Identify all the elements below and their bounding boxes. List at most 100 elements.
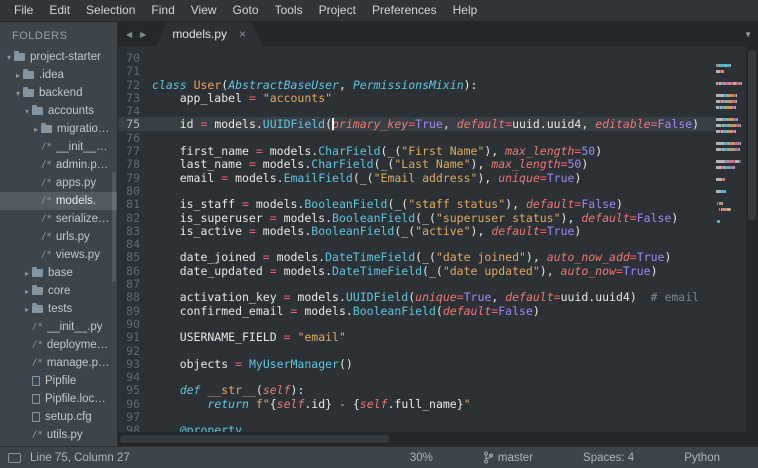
menu-preferences[interactable]: Preferences bbox=[364, 0, 445, 21]
expand-arrow-icon[interactable]: ▸ bbox=[31, 125, 41, 134]
tree-item[interactable]: /* utils.py bbox=[0, 426, 117, 444]
expand-arrow-icon[interactable]: ▸ bbox=[22, 305, 32, 314]
menu-find[interactable]: Find bbox=[143, 0, 182, 21]
minimap-line bbox=[716, 52, 742, 55]
tree-item[interactable]: /* urls.py bbox=[0, 228, 117, 246]
tree-item[interactable]: Pipfile bbox=[0, 372, 117, 390]
tab-forward-icon[interactable]: ▶ bbox=[140, 30, 146, 39]
minimap-line bbox=[716, 219, 742, 223]
code-line[interactable]: 90 bbox=[118, 317, 716, 331]
tree-item[interactable]: /* models. bbox=[0, 192, 117, 210]
code-line[interactable]: 93 objects = MyUserManager() bbox=[118, 357, 716, 371]
code-area[interactable]: 70 71 72 class User(AbstractBaseUser, Permi… bbox=[118, 46, 716, 432]
code-line[interactable]: 83 is_active = models.BooleanField(_("ac… bbox=[118, 223, 716, 238]
menu-edit[interactable]: Edit bbox=[41, 0, 78, 21]
python-file-icon: /* bbox=[41, 178, 52, 188]
code-line[interactable]: 92 bbox=[118, 344, 716, 358]
tree-item[interactable]: ▸ tests bbox=[0, 300, 117, 318]
code-line[interactable]: 88 activation_key = models.UUIDField(uni… bbox=[118, 290, 716, 304]
code-line[interactable]: 87 bbox=[118, 277, 716, 291]
code-line[interactable]: 98 @property bbox=[118, 423, 716, 432]
tree-item[interactable]: /* __init__.py bbox=[0, 318, 117, 336]
tree-item[interactable]: ▸ core bbox=[0, 282, 117, 300]
code-text: @property bbox=[179, 423, 243, 432]
code-line[interactable]: 89 confirmed_email = models.BooleanField… bbox=[118, 303, 716, 318]
tree-item[interactable]: ▾ accounts bbox=[0, 102, 117, 120]
tab-label: models.py bbox=[172, 27, 228, 41]
code-line[interactable]: 74 bbox=[118, 104, 716, 118]
tree-item[interactable]: setup.cfg bbox=[0, 408, 117, 426]
code-line[interactable]: 80 bbox=[118, 184, 716, 198]
menu-selection[interactable]: Selection bbox=[78, 0, 143, 21]
code-line[interactable]: 94 bbox=[118, 370, 716, 384]
code-line[interactable]: 71 bbox=[118, 64, 716, 78]
code-line[interactable]: 81 is_staff = models.BooleanField(_("sta… bbox=[118, 197, 716, 211]
menu-project[interactable]: Project bbox=[311, 0, 364, 21]
code-line[interactable]: 78 last_name = models.CharField(_("Last … bbox=[118, 157, 716, 171]
minimap[interactable] bbox=[716, 46, 746, 432]
git-branch[interactable]: master bbox=[483, 451, 533, 464]
tree-item[interactable]: ▸ .idea bbox=[0, 66, 117, 84]
code-line[interactable]: 95 def __str__(self): bbox=[118, 383, 716, 397]
tree-item[interactable]: ▾ backend bbox=[0, 84, 117, 102]
sidebar-scrollbar[interactable] bbox=[112, 172, 116, 282]
indentation-setting[interactable]: Spaces: 4 bbox=[583, 452, 634, 464]
code-line[interactable]: 70 bbox=[118, 51, 716, 65]
tab-back-icon[interactable]: ◀ bbox=[126, 30, 132, 39]
menu-goto[interactable]: Goto bbox=[225, 0, 267, 21]
expand-arrow-icon[interactable]: ▸ bbox=[13, 71, 23, 80]
tree-item[interactable]: /* serialize… bbox=[0, 210, 117, 228]
vertical-scrollbar-thumb[interactable] bbox=[748, 50, 756, 220]
tree-item[interactable]: ▸ base bbox=[0, 264, 117, 282]
tab-overflow-icon[interactable]: ▼ bbox=[738, 22, 758, 46]
code-text: confirmed_email = models.BooleanField(de… bbox=[152, 303, 540, 318]
tree-item[interactable]: Pipfile.loc… bbox=[0, 390, 117, 408]
vertical-scrollbar[interactable] bbox=[746, 46, 758, 432]
menu-help[interactable]: Help bbox=[445, 0, 486, 21]
syntax-selector[interactable]: Python bbox=[684, 452, 720, 464]
code-line[interactable]: 86 date_updated = models.DateTimeField(_… bbox=[118, 264, 716, 278]
minimap-line bbox=[716, 177, 742, 181]
code-line[interactable]: 85 date_joined = models.DateTimeField(_(… bbox=[118, 250, 716, 264]
python-file-icon: /* bbox=[41, 214, 52, 224]
menu-tools[interactable]: Tools bbox=[267, 0, 311, 21]
tree-item[interactable]: /* views.py bbox=[0, 246, 117, 264]
horizontal-scrollbar[interactable] bbox=[118, 432, 758, 446]
code-line[interactable]: 72 class User(AbstractBaseUser, Permissio… bbox=[118, 78, 716, 92]
line-number: 83 bbox=[126, 223, 140, 238]
tree-item-label: __init__.py bbox=[46, 321, 103, 333]
code-line[interactable]: 84 bbox=[118, 237, 716, 251]
tree-item-label: deployme… bbox=[46, 339, 109, 351]
expand-arrow-icon[interactable]: ▾ bbox=[4, 53, 14, 62]
tree-item[interactable]: /* admin.p… bbox=[0, 156, 117, 174]
code-line[interactable]: 77 first_name = models.CharField(_("Firs… bbox=[118, 144, 716, 158]
expand-arrow-icon[interactable]: ▾ bbox=[22, 107, 32, 116]
tree-item[interactable]: /* apps.py bbox=[0, 174, 117, 192]
tree-item[interactable]: /* __init__… bbox=[0, 138, 117, 156]
tab-close-icon[interactable]: × bbox=[239, 27, 246, 41]
expand-arrow-icon[interactable]: ▾ bbox=[13, 89, 23, 98]
tree-item[interactable]: ▸ migratio… bbox=[0, 120, 117, 138]
tree-item[interactable]: ▾ project-starter bbox=[0, 48, 117, 66]
code-line[interactable]: 79 email = models.EmailField(_("Email ad… bbox=[118, 171, 716, 185]
expand-arrow-icon[interactable]: ▸ bbox=[22, 287, 32, 296]
code-line[interactable]: 75 id = models.UUIDField(primary_key=Tru… bbox=[118, 117, 716, 131]
tree-item[interactable]: /* manage.p… bbox=[0, 354, 117, 372]
menu-file[interactable]: File bbox=[6, 0, 41, 21]
status-icon[interactable] bbox=[8, 452, 21, 463]
horizontal-scrollbar-thumb[interactable] bbox=[120, 435, 389, 443]
menu-view[interactable]: View bbox=[183, 0, 225, 21]
expand-arrow-icon[interactable]: ▸ bbox=[22, 269, 32, 278]
sidebar: FOLDERS ▾ project-starter ▸ .idea ▾ backend ▾ a… bbox=[0, 22, 118, 446]
code-line[interactable]: 73 app_label = "accounts" bbox=[118, 91, 716, 105]
code-line[interactable]: 82 is_superuser = models.BooleanField(_(… bbox=[118, 211, 716, 225]
code-line[interactable]: 96 return f"{self.id} - {self.full_name}… bbox=[118, 397, 716, 411]
tree-item[interactable]: /* deployme… bbox=[0, 336, 117, 354]
code-line[interactable]: 76 bbox=[118, 131, 716, 145]
code-line[interactable]: 91 USERNAME_FIELD = "email" bbox=[118, 330, 716, 344]
code-line[interactable]: 97 bbox=[118, 410, 716, 424]
tab-models-py[interactable]: models.py × bbox=[156, 22, 262, 46]
